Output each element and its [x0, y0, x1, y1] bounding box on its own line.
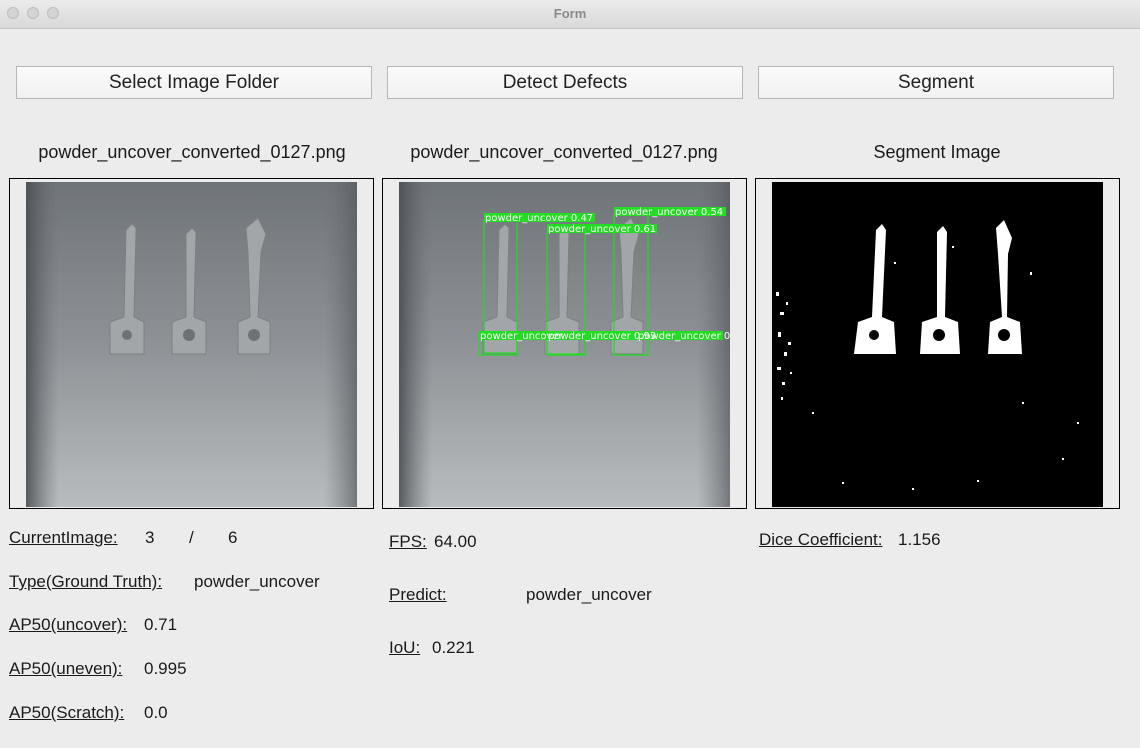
- ap50-scratch-value: 0.0: [144, 703, 168, 722]
- current-image-label: CurrentImage:: [9, 528, 118, 547]
- source-image-caption: powder_uncover_converted_0127.png: [38, 142, 346, 162]
- select-image-folder-button[interactable]: Select Image Folder: [16, 66, 372, 99]
- detection-label: powder_uncover 0.61: [548, 224, 656, 235]
- fps-value: 64.00: [434, 532, 477, 551]
- dice-coefficient-value: 1.156: [898, 530, 941, 549]
- ap50-uneven-value: 0.995: [144, 659, 187, 678]
- segment-image: [772, 182, 1103, 507]
- dice-coefficient-label: Dice Coefficient:: [759, 530, 883, 549]
- ap50-uncover-label: AP50(uncover):: [9, 615, 128, 634]
- detect-defects-button[interactable]: Detect Defects: [387, 66, 743, 99]
- source-image-frame: [9, 178, 374, 509]
- detection-label: powder_uncover 0.75: [638, 331, 730, 342]
- iou-label: IoU:: [389, 638, 421, 657]
- segment-image-caption: Segment Image: [873, 142, 1001, 162]
- detection-label: powder_uncover 0.54: [615, 207, 723, 218]
- ap50-uneven-label: AP50(uneven):: [9, 659, 123, 678]
- ap50-scratch-label: AP50(Scratch):: [9, 703, 125, 722]
- total-images-count: 6: [228, 528, 238, 547]
- current-image-separator: /: [189, 528, 194, 547]
- source-image: [26, 182, 357, 507]
- segment-image-frame: [755, 178, 1120, 509]
- type-ground-truth-value: powder_uncover: [194, 572, 320, 591]
- detection-image: powder_uncover 0.47 powder_uncover 0.61 …: [399, 182, 730, 507]
- detection-image-frame: powder_uncover 0.47 powder_uncover 0.61 …: [382, 178, 747, 509]
- predict-value: powder_uncover: [526, 585, 652, 604]
- window-title: Form: [553, 6, 587, 21]
- current-image-index: 3: [145, 528, 155, 547]
- type-ground-truth-label: Type(Ground Truth):: [9, 572, 163, 591]
- fps-label: FPS:: [389, 532, 427, 551]
- segment-button[interactable]: Segment: [758, 66, 1114, 99]
- predict-label: Predict:: [389, 585, 447, 604]
- detection-image-caption: powder_uncover_converted_0127.png: [410, 142, 718, 162]
- iou-value: 0.221: [432, 638, 475, 657]
- detection-label: powder_uncover 0.47: [485, 213, 593, 224]
- ap50-uncover-value: 0.71: [144, 615, 178, 634]
- title-bar: Form: [0, 0, 1140, 29]
